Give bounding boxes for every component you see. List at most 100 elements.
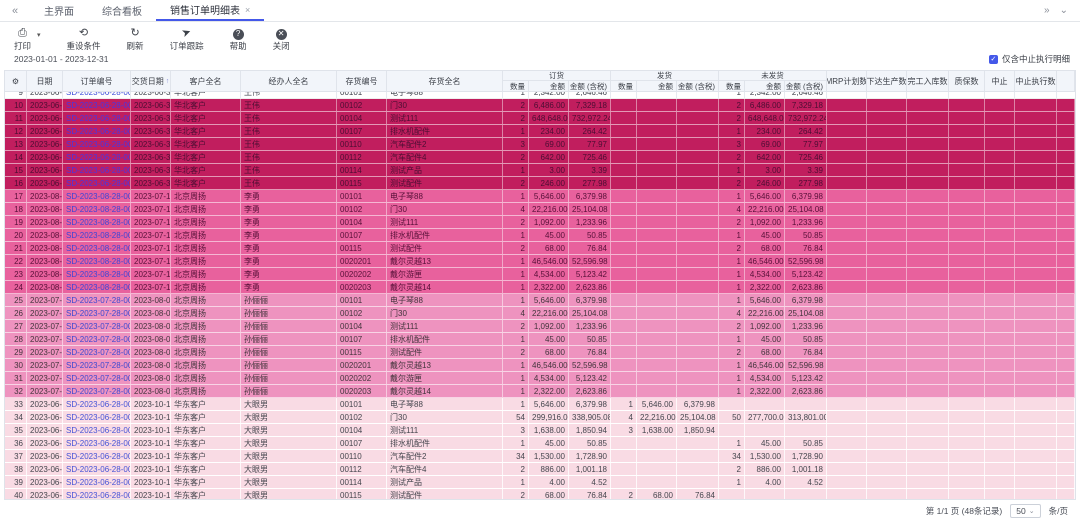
date-range[interactable]: 2023-01-01 - 2023-12-31 xyxy=(14,54,109,64)
table-row[interactable]: 92023-06-28SD-2023-06-28-000012023-06-30… xyxy=(5,92,1075,99)
group-order-label[interactable]: 订货 xyxy=(503,71,611,81)
group-unship-label[interactable]: 未发货 xyxy=(719,71,827,81)
table-row[interactable]: 122023-06-28SD-2023-06-28-000012023-06-3… xyxy=(5,125,1075,138)
order-link[interactable]: SD-2023-06-28-00001 xyxy=(63,99,131,111)
order-link[interactable]: SD-2023-07-28-00005 xyxy=(63,372,131,384)
table-row[interactable]: 332023-06-28SD-2023-06-28-000022023-10-1… xyxy=(5,398,1075,411)
col-order-amount-tax[interactable]: 金额 (含税) xyxy=(569,81,611,92)
refresh-button[interactable]: ↻ 刷新 xyxy=(127,27,144,52)
order-link[interactable]: SD-2023-06-28-00001 xyxy=(63,92,131,98)
table-row[interactable]: 302023-07-28SD-2023-07-28-000052023-08-0… xyxy=(5,359,1075,372)
table-row[interactable]: 222023-08-28SD-2023-08-28-000062023-07-1… xyxy=(5,255,1075,268)
table-row[interactable]: 112023-06-28SD-2023-06-28-000012023-06-3… xyxy=(5,112,1075,125)
table-row[interactable]: 382023-06-28SD-2023-06-28-000022023-10-1… xyxy=(5,463,1075,476)
col-qa[interactable]: 质保数 xyxy=(949,71,985,91)
chevrons-right-icon[interactable]: » xyxy=(1044,5,1050,16)
table-row[interactable]: 322023-07-28SD-2023-07-28-000052023-08-0… xyxy=(5,385,1075,398)
table-row[interactable]: 242023-08-28SD-2023-08-28-000062023-07-1… xyxy=(5,281,1075,294)
order-link[interactable]: SD-2023-06-28-00002 xyxy=(63,463,131,475)
gear-icon[interactable]: ⚙ xyxy=(5,71,27,91)
print-dropdown-caret-icon[interactable]: ▾ xyxy=(37,31,41,39)
table-row[interactable]: 292023-07-28SD-2023-07-28-000052023-08-0… xyxy=(5,346,1075,359)
page-size-select[interactable]: 50 ⌄ xyxy=(1010,504,1040,518)
col-order-no[interactable]: 订单编号 xyxy=(63,71,131,91)
col-ship-amount-tax[interactable]: 金额 (含税) xyxy=(677,81,719,92)
tab-main[interactable]: 主界面 xyxy=(30,0,88,21)
col-stop[interactable]: 中止 xyxy=(985,71,1015,91)
order-link[interactable]: SD-2023-06-28-00001 xyxy=(63,177,131,189)
order-link[interactable]: SD-2023-08-28-00006 xyxy=(63,216,131,228)
chevron-down-icon[interactable]: ⌄ xyxy=(1060,5,1068,16)
col-mrp[interactable]: MRP计划数 xyxy=(827,71,867,91)
col-unship-qty[interactable]: 数量 xyxy=(719,81,745,92)
reset-conditions-button[interactable]: ⟲ 重设条件 xyxy=(67,27,101,52)
table-row[interactable]: 282023-07-28SD-2023-07-28-000052023-08-0… xyxy=(5,333,1075,346)
col-stop-exec[interactable]: 中止执行数 xyxy=(1015,71,1057,91)
table-row[interactable]: 152023-06-28SD-2023-06-28-000012023-06-3… xyxy=(5,164,1075,177)
print-button[interactable]: ⎙ 打印 xyxy=(14,27,31,52)
order-link[interactable]: SD-2023-06-28-00001 xyxy=(63,151,131,163)
table-row[interactable]: 252023-07-28SD-2023-07-28-000052023-08-0… xyxy=(5,294,1075,307)
suspend-filter[interactable]: ✓ 仅含中止执行明细 xyxy=(989,53,1070,65)
col-unship-amount-tax[interactable]: 金额 (含税) xyxy=(785,81,827,92)
order-link[interactable]: SD-2023-06-28-00001 xyxy=(63,138,131,150)
group-ship-label[interactable]: 发货 xyxy=(611,71,719,81)
col-item-code[interactable]: 存货编号 xyxy=(337,71,387,91)
sort-asc-icon[interactable]: ↑ xyxy=(166,78,170,85)
order-link[interactable]: SD-2023-07-28-00005 xyxy=(63,359,131,371)
order-link[interactable]: SD-2023-06-28-00002 xyxy=(63,398,131,410)
table-row[interactable]: 102023-06-28SD-2023-06-28-000012023-06-3… xyxy=(5,99,1075,112)
order-link[interactable]: SD-2023-06-28-00002 xyxy=(63,424,131,436)
col-date[interactable]: 日期 xyxy=(27,71,63,91)
order-link[interactable]: SD-2023-06-28-00001 xyxy=(63,164,131,176)
chevrons-left-icon[interactable]: « xyxy=(0,0,30,21)
table-row[interactable]: 142023-06-28SD-2023-06-28-000012023-06-3… xyxy=(5,151,1075,164)
order-link[interactable]: SD-2023-08-28-00006 xyxy=(63,203,131,215)
col-order-qty[interactable]: 数量 xyxy=(503,81,529,92)
order-link[interactable]: SD-2023-07-28-00005 xyxy=(63,320,131,332)
table-row[interactable]: 272023-07-28SD-2023-07-28-000052023-08-0… xyxy=(5,320,1075,333)
col-unship-amount[interactable]: 金额 xyxy=(745,81,785,92)
order-link[interactable]: SD-2023-08-28-00006 xyxy=(63,190,131,202)
order-link[interactable]: SD-2023-06-28-00002 xyxy=(63,489,131,500)
order-link[interactable]: SD-2023-06-28-00001 xyxy=(63,125,131,137)
checkbox-checked-icon[interactable]: ✓ xyxy=(989,55,998,64)
order-link[interactable]: SD-2023-08-28-00006 xyxy=(63,268,131,280)
table-row[interactable]: 402023-06-28SD-2023-06-28-000022023-10-1… xyxy=(5,489,1075,500)
table-row[interactable]: 202023-08-28SD-2023-08-28-000062023-07-1… xyxy=(5,229,1075,242)
order-link[interactable]: SD-2023-06-28-00002 xyxy=(63,450,131,462)
tab-sales-order-detail[interactable]: 销售订单明细表 × xyxy=(156,0,264,21)
table-row[interactable]: 262023-07-28SD-2023-07-28-000052023-08-0… xyxy=(5,307,1075,320)
table-row[interactable]: 312023-07-28SD-2023-07-28-000052023-08-0… xyxy=(5,372,1075,385)
table-row[interactable]: 232023-08-28SD-2023-08-28-000062023-07-1… xyxy=(5,268,1075,281)
order-link[interactable]: SD-2023-07-28-00005 xyxy=(63,333,131,345)
col-finished-in[interactable]: 完工入库数 xyxy=(907,71,949,91)
table-row[interactable]: 132023-06-28SD-2023-06-28-000012023-06-3… xyxy=(5,138,1075,151)
table-row[interactable]: 352023-06-28SD-2023-06-28-000022023-10-1… xyxy=(5,424,1075,437)
help-button[interactable]: ? 帮助 xyxy=(230,27,247,52)
order-link[interactable]: SD-2023-07-28-00005 xyxy=(63,307,131,319)
table-row[interactable]: 362023-06-28SD-2023-06-28-000022023-10-1… xyxy=(5,437,1075,450)
order-link[interactable]: SD-2023-08-28-00006 xyxy=(63,229,131,241)
table-row[interactable]: 342023-06-28SD-2023-06-28-000022023-10-1… xyxy=(5,411,1075,424)
col-handler[interactable]: 经办人全名 xyxy=(241,71,337,91)
table-row[interactable]: 172023-08-28SD-2023-08-28-000062023-07-1… xyxy=(5,190,1075,203)
col-prod-released[interactable]: 下达生产数 xyxy=(867,71,907,91)
order-tracking-button[interactable]: ➤ 订单跟踪 xyxy=(170,27,204,52)
table-row[interactable]: 212023-08-28SD-2023-08-28-000062023-07-1… xyxy=(5,242,1075,255)
order-link[interactable]: SD-2023-08-28-00006 xyxy=(63,255,131,267)
order-link[interactable]: SD-2023-07-28-00005 xyxy=(63,294,131,306)
col-ship-qty[interactable]: 数量 xyxy=(611,81,637,92)
order-link[interactable]: SD-2023-06-28-00002 xyxy=(63,476,131,488)
table-row[interactable]: 182023-08-28SD-2023-08-28-000062023-07-1… xyxy=(5,203,1075,216)
close-tab-icon[interactable]: × xyxy=(245,5,250,15)
order-link[interactable]: SD-2023-08-28-00006 xyxy=(63,281,131,293)
close-button[interactable]: ✕ 关闭 xyxy=(273,27,290,52)
order-link[interactable]: SD-2023-08-28-00006 xyxy=(63,242,131,254)
col-order-amount[interactable]: 金额 xyxy=(529,81,569,92)
order-link[interactable]: SD-2023-07-28-00005 xyxy=(63,346,131,358)
order-link[interactable]: SD-2023-06-28-00002 xyxy=(63,411,131,423)
col-delivery-date[interactable]: 交货日期 ↑ xyxy=(131,71,171,91)
table-row[interactable]: 372023-06-28SD-2023-06-28-000022023-10-1… xyxy=(5,450,1075,463)
col-ship-amount[interactable]: 金额 xyxy=(637,81,677,92)
